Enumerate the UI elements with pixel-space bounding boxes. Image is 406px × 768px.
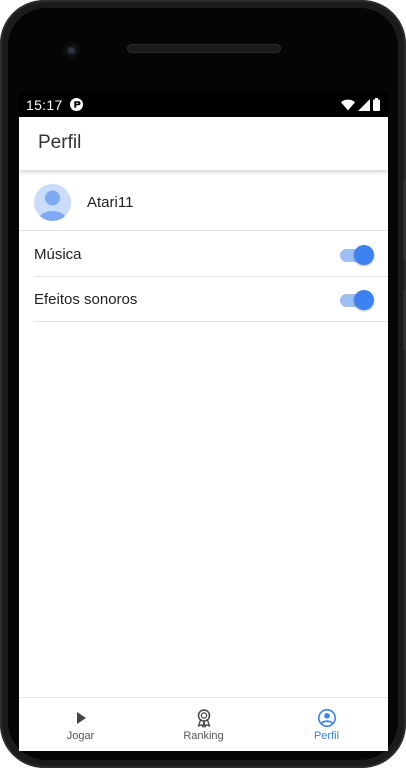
battery-icon <box>373 98 380 111</box>
notification-app-icon <box>70 98 83 111</box>
setting-row-music: Música <box>34 232 388 277</box>
device-frame: 15:17 Perfil Atari11 Música Efeitos sono… <box>0 0 406 768</box>
cellular-signal-icon <box>358 98 370 111</box>
earpiece-speaker <box>127 44 281 53</box>
app-content: Perfil Atari11 Música Efeitos sonoros Jo… <box>19 117 388 751</box>
bottom-navigation: Jogar Ranking Perfil <box>19 697 388 751</box>
nav-label-perfil: Perfil <box>313 730 340 742</box>
setting-row-sound-effects: Efeitos sonoros <box>34 277 388 322</box>
nav-item-perfil[interactable]: Perfil <box>265 698 388 751</box>
device-screen: 15:17 Perfil Atari11 Música Efeitos sono… <box>19 92 388 751</box>
setting-label-sound-effects: Efeitos sonoros <box>34 291 138 308</box>
music-toggle[interactable] <box>338 244 374 266</box>
nav-label-ranking: Ranking <box>183 730 224 742</box>
toggle-thumb <box>354 245 374 265</box>
sound-effects-toggle[interactable] <box>338 289 374 311</box>
nav-label-jogar: Jogar <box>66 730 95 742</box>
nav-item-ranking[interactable]: Ranking <box>142 698 265 751</box>
setting-label-music: Música <box>34 246 82 263</box>
status-time: 15:17 <box>26 97 63 113</box>
wifi-icon <box>341 99 355 110</box>
status-bar: 15:17 <box>19 92 388 117</box>
page-title: Perfil <box>38 132 82 153</box>
username: Atari11 <box>87 194 134 211</box>
play-icon <box>76 712 86 724</box>
app-bar: Perfil <box>19 117 388 170</box>
toggle-thumb <box>354 290 374 310</box>
avatar <box>34 184 71 221</box>
nav-item-jogar[interactable]: Jogar <box>19 698 142 751</box>
award-ribbon-icon <box>197 709 210 728</box>
profile-row[interactable]: Atari11 <box>19 173 388 231</box>
account-circle-icon <box>317 709 336 727</box>
person-avatar-icon <box>38 190 67 221</box>
front-camera <box>63 42 80 59</box>
